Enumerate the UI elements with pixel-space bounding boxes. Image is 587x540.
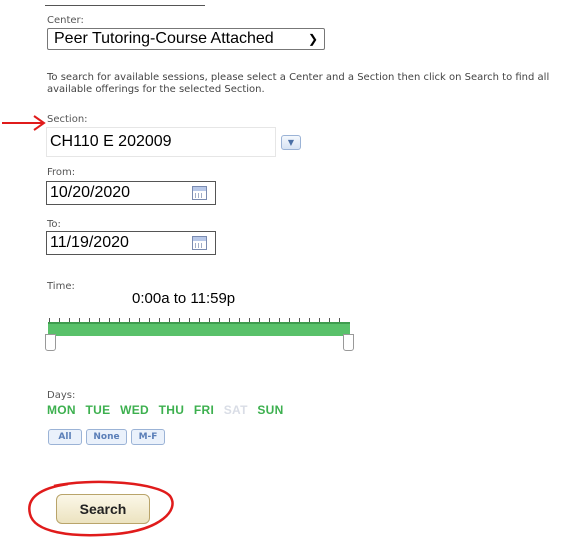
calendar-icon[interactable] bbox=[192, 236, 207, 250]
to-date-value: 11/19/2020 bbox=[50, 234, 129, 251]
center-select[interactable]: Peer Tutoring-Course Attached ❯ bbox=[47, 28, 325, 50]
section-label: Section: bbox=[47, 114, 88, 125]
time-slider-end-handle[interactable] bbox=[343, 334, 354, 351]
search-button[interactable]: Search bbox=[56, 494, 150, 524]
time-slider-range[interactable] bbox=[48, 322, 350, 336]
day-toggle-mon[interactable]: MON bbox=[47, 403, 76, 417]
day-toggle-sat[interactable]: SAT bbox=[224, 403, 248, 417]
day-toggle-tue[interactable]: TUE bbox=[86, 403, 111, 417]
calendar-icon[interactable] bbox=[192, 186, 207, 200]
time-range-text: 0:00a to 11:59p bbox=[132, 290, 236, 307]
from-date-input[interactable]: 10/20/2020 bbox=[46, 181, 216, 205]
from-label: From: bbox=[47, 167, 76, 178]
to-label: To: bbox=[47, 219, 61, 230]
days-selector: MON TUE WED THU FRI SAT SUN bbox=[47, 403, 290, 417]
time-slider-start-handle[interactable] bbox=[45, 334, 56, 351]
top-divider bbox=[45, 5, 205, 6]
from-date-value: 10/20/2020 bbox=[50, 184, 131, 201]
time-label: Time: bbox=[47, 281, 75, 292]
days-all-button[interactable]: All bbox=[48, 429, 82, 445]
center-label: Center: bbox=[47, 15, 84, 26]
days-label: Days: bbox=[47, 390, 76, 401]
day-toggle-sun[interactable]: SUN bbox=[257, 403, 283, 417]
annotation-arrow-icon bbox=[2, 115, 46, 131]
triangle-down-icon: ▼ bbox=[287, 138, 295, 147]
day-toggle-wed[interactable]: WED bbox=[120, 403, 149, 417]
section-dropdown-button[interactable]: ▼ bbox=[281, 135, 301, 150]
section-input[interactable]: CH110 E 202009 bbox=[46, 127, 276, 157]
days-none-button[interactable]: None bbox=[86, 429, 127, 445]
day-toggle-thu[interactable]: THU bbox=[159, 403, 185, 417]
days-mf-button[interactable]: M-F bbox=[131, 429, 165, 445]
day-toggle-fri[interactable]: FRI bbox=[194, 403, 214, 417]
to-date-input[interactable]: 11/19/2020 bbox=[46, 231, 216, 255]
chevron-down-icon: ❯ bbox=[307, 32, 318, 46]
instructions-text: To search for available sessions, please… bbox=[47, 72, 550, 95]
center-selected-value: Peer Tutoring-Course Attached bbox=[54, 30, 274, 47]
